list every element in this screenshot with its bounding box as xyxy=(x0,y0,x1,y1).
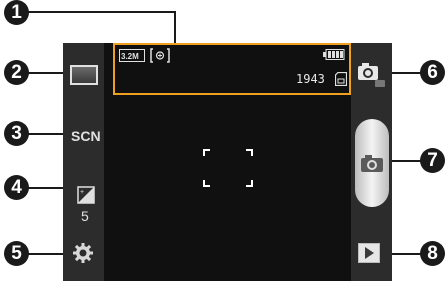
svg-text:+: + xyxy=(80,189,84,196)
resolution-label: 3.2M xyxy=(121,52,139,61)
exposure-value: 5 xyxy=(81,208,89,224)
storage-count: 1943 xyxy=(296,72,325,86)
settings-gear-icon xyxy=(73,243,93,263)
callout-5: 5 xyxy=(4,241,29,266)
right-toolbar xyxy=(351,43,392,281)
status-indicators: 3.2M 1943 xyxy=(113,43,351,95)
shooting-mode-button[interactable] xyxy=(70,65,98,85)
switch-camera-button[interactable] xyxy=(357,61,387,89)
shutter-button[interactable] xyxy=(355,119,389,207)
callout-1-leader-drop xyxy=(174,11,176,45)
callout-8: 8 xyxy=(420,241,445,266)
callout-2: 2 xyxy=(4,60,29,85)
play-icon xyxy=(358,243,380,263)
gallery-play-button[interactable] xyxy=(358,243,380,263)
focus-frame xyxy=(203,149,253,187)
stabilizer-icon xyxy=(150,48,170,63)
callout-1-leader xyxy=(27,11,175,13)
shooting-mode-icon xyxy=(70,65,98,85)
callout-3: 3 xyxy=(4,121,29,146)
exposure-icon: + xyxy=(77,186,95,204)
camera-viewfinder-screen: SCN + 5 3.2M 1943 xyxy=(63,43,392,281)
memory-card-icon xyxy=(335,72,347,86)
switch-camera-icon xyxy=(358,63,385,87)
settings-button[interactable] xyxy=(72,242,96,266)
resolution-icon: 3.2M xyxy=(119,49,145,62)
scene-mode-button[interactable]: SCN xyxy=(71,128,101,144)
callout-4: 4 xyxy=(4,175,29,200)
battery-icon xyxy=(323,49,345,60)
callout-1: 1 xyxy=(4,0,29,25)
shutter-camera-icon xyxy=(361,155,383,172)
callout-7: 7 xyxy=(420,148,445,173)
callout-6: 6 xyxy=(420,60,445,85)
left-toolbar: SCN + 5 xyxy=(63,43,104,281)
